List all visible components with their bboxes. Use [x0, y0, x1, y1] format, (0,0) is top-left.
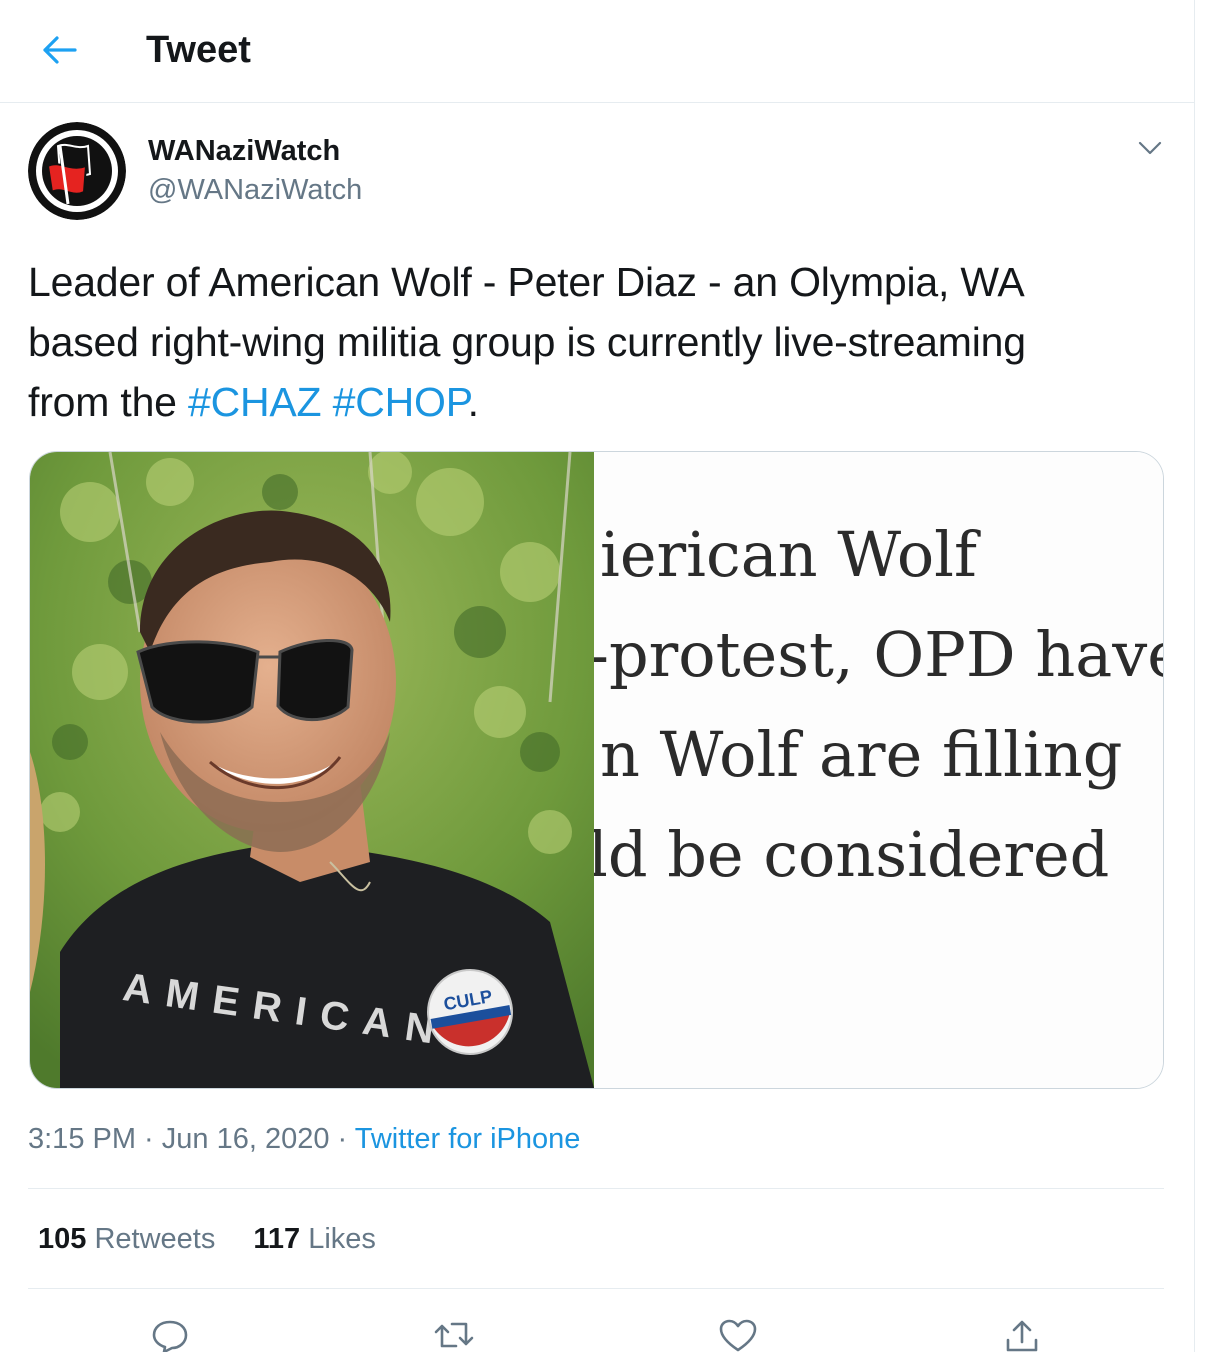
likes-stat[interactable]: 117 Likes	[253, 1220, 376, 1258]
arrow-left-icon	[43, 36, 77, 64]
chevron-down-icon	[1138, 141, 1162, 155]
meta-separator: ·	[329, 1123, 355, 1155]
likes-label: Likes	[308, 1223, 376, 1255]
tweet-photo[interactable]: AMERICAN CULP	[30, 452, 594, 1088]
tweet-text-line: Leader of American Wolf - Peter Diaz - a…	[28, 259, 1025, 305]
divider	[28, 1188, 1164, 1189]
back-button[interactable]	[36, 28, 84, 72]
page-header: Tweet	[0, 0, 1194, 103]
article-line: ierican Wolf	[600, 518, 977, 591]
likes-count: 117	[253, 1223, 301, 1255]
author-display-name[interactable]: WANaziWatch	[148, 134, 340, 168]
tweet-page: Tweet WANaziWatch @WANaziWatch Leader of…	[0, 0, 1208, 1352]
tweet-text-fragment: from the	[28, 379, 188, 425]
more-options-button[interactable]	[1130, 130, 1170, 166]
meta-separator: ·	[136, 1123, 162, 1155]
tweet-text-line: from the #CHAZ #CHOP.	[28, 372, 1178, 432]
retweet-icon	[434, 1322, 474, 1348]
retweets-label: Retweets	[94, 1223, 216, 1255]
article-line: n Wolf are filling	[600, 718, 1123, 791]
article-screenshot[interactable]: ierican Wolf -protest, OPD have n Wolf a…	[594, 452, 1163, 1088]
antifa-flag-logo	[28, 122, 126, 220]
article-line: -protest, OPD have	[594, 618, 1163, 691]
tweet-source-link[interactable]: Twitter for iPhone	[355, 1123, 581, 1155]
photo-illustration: AMERICAN CULP	[30, 452, 594, 1088]
reply-icon	[152, 1320, 188, 1352]
tweet-media[interactable]: AMERICAN CULP ierican Wolf -protest, OPD…	[29, 451, 1164, 1089]
retweet-button[interactable]	[432, 1318, 476, 1352]
avatar[interactable]	[28, 122, 126, 220]
retweets-stat[interactable]: 105 Retweets	[38, 1220, 215, 1258]
article-line: ld be considered	[594, 818, 1110, 891]
tweet-meta: 3:15 PM · Jun 16, 2020 · Twitter for iPh…	[28, 1120, 580, 1158]
like-button[interactable]	[716, 1318, 760, 1352]
tweet-text-line: based right-wing militia group is curren…	[28, 319, 1026, 365]
hashtag-link[interactable]: #CHAZ	[188, 379, 322, 425]
tweet-time[interactable]: 3:15 PM	[28, 1123, 136, 1155]
divider	[28, 1288, 1164, 1289]
tweet-text: Leader of American Wolf - Peter Diaz - a…	[28, 252, 1178, 432]
hashtag-link[interactable]: #CHOP	[333, 379, 468, 425]
share-icon	[1006, 1320, 1038, 1352]
tweet-text-fragment: .	[467, 379, 479, 425]
tweet-stats: 105 Retweets 117 Likes	[38, 1220, 414, 1258]
column-border	[1194, 0, 1195, 1352]
page-title: Tweet	[146, 29, 251, 71]
heart-icon	[719, 1319, 757, 1352]
reply-button[interactable]	[148, 1318, 192, 1352]
author-handle[interactable]: @WANaziWatch	[148, 173, 362, 207]
tweet-date[interactable]: Jun 16, 2020	[162, 1123, 330, 1155]
retweets-count: 105	[38, 1223, 87, 1255]
share-button[interactable]	[1000, 1318, 1044, 1352]
